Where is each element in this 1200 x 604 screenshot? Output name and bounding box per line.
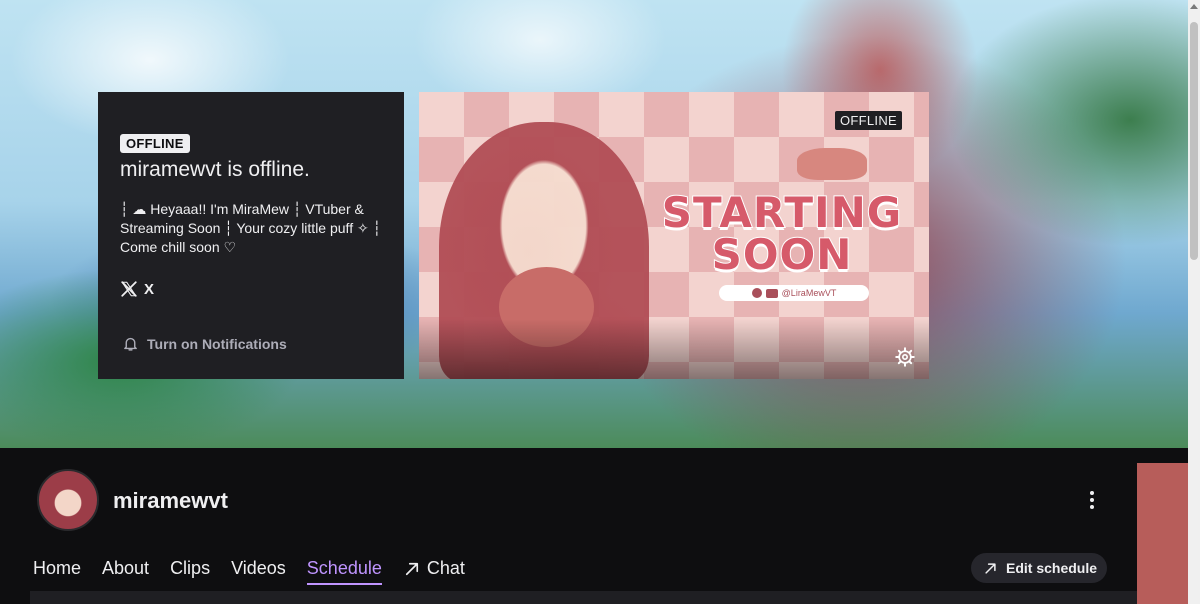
tab-schedule[interactable]: Schedule <box>306 558 382 585</box>
scroll-up-icon[interactable] <box>1190 4 1198 9</box>
tab-chat-label: Chat <box>426 558 465 578</box>
external-arrow-icon <box>985 562 996 574</box>
bell-icon <box>124 337 137 351</box>
social-link-label: X <box>144 280 155 298</box>
tab-home[interactable]: Home <box>33 558 81 585</box>
starting-soon-line1: STARTING <box>661 188 903 237</box>
offline-badge: OFFLINE <box>120 134 190 153</box>
offline-handle-text: @LiraMewVT <box>781 288 837 298</box>
player-offline-badge: OFFLINE <box>835 111 902 130</box>
starting-soon-line2: SOON <box>711 230 853 279</box>
turn-on-notifications-button[interactable]: Turn on Notifications <box>122 335 287 352</box>
youtube-icon <box>765 288 778 298</box>
edit-schedule-button[interactable]: Edit schedule <box>971 553 1107 583</box>
dot-icon <box>1090 498 1094 502</box>
channel-bio: ┆ ☁ Heyaaa!! I'm MiraMew ┆ VTuber & Stre… <box>120 201 382 255</box>
avatar[interactable] <box>37 469 99 531</box>
offline-info-card: OFFLINE miramewvt is offline. ┆ ☁ Heyaaa… <box>98 92 404 379</box>
x-logo-icon <box>751 288 762 298</box>
schedule-content-area <box>30 591 1137 604</box>
dot-icon <box>1090 505 1094 509</box>
dot-icon <box>1090 491 1094 495</box>
channel-banner: OFFLINE miramewvt is offline. ┆ ☁ Heyaaa… <box>0 0 1200 448</box>
channel-header: miramewvt Home About Clips Videos Schedu… <box>0 448 1137 604</box>
social-link-x[interactable]: X <box>120 280 154 298</box>
external-arrow-icon <box>405 562 418 575</box>
tab-about[interactable]: About <box>102 558 149 585</box>
offline-screen-handle: @LiraMewVT <box>719 285 869 301</box>
channel-tabs: Home About Clips Videos Schedule Chat <box>33 558 486 585</box>
scrollbar-thumb[interactable] <box>1190 22 1198 260</box>
offline-title: miramewvt is offline. <box>120 158 310 181</box>
gear-icon[interactable] <box>895 347 915 367</box>
notifications-label: Turn on Notifications <box>147 335 287 352</box>
sleeping-cat-artwork <box>797 148 867 180</box>
tab-videos[interactable]: Videos <box>231 558 286 585</box>
background-art-edge <box>1137 463 1188 604</box>
channel-name[interactable]: miramewvt <box>113 488 228 514</box>
tab-chat[interactable]: Chat <box>403 558 465 585</box>
plush-cat-artwork <box>499 267 594 347</box>
x-logo-icon <box>121 281 137 297</box>
video-player[interactable]: STARTING SOON @LiraMewVT OFFLINE <box>419 92 929 379</box>
starting-soon-text: STARTING SOON <box>657 188 907 279</box>
edit-schedule-label: Edit schedule <box>1006 560 1098 576</box>
tab-clips[interactable]: Clips <box>170 558 210 585</box>
vtuber-artwork <box>439 122 649 379</box>
scrollbar[interactable] <box>1188 0 1200 604</box>
more-options-button[interactable] <box>1080 488 1104 512</box>
